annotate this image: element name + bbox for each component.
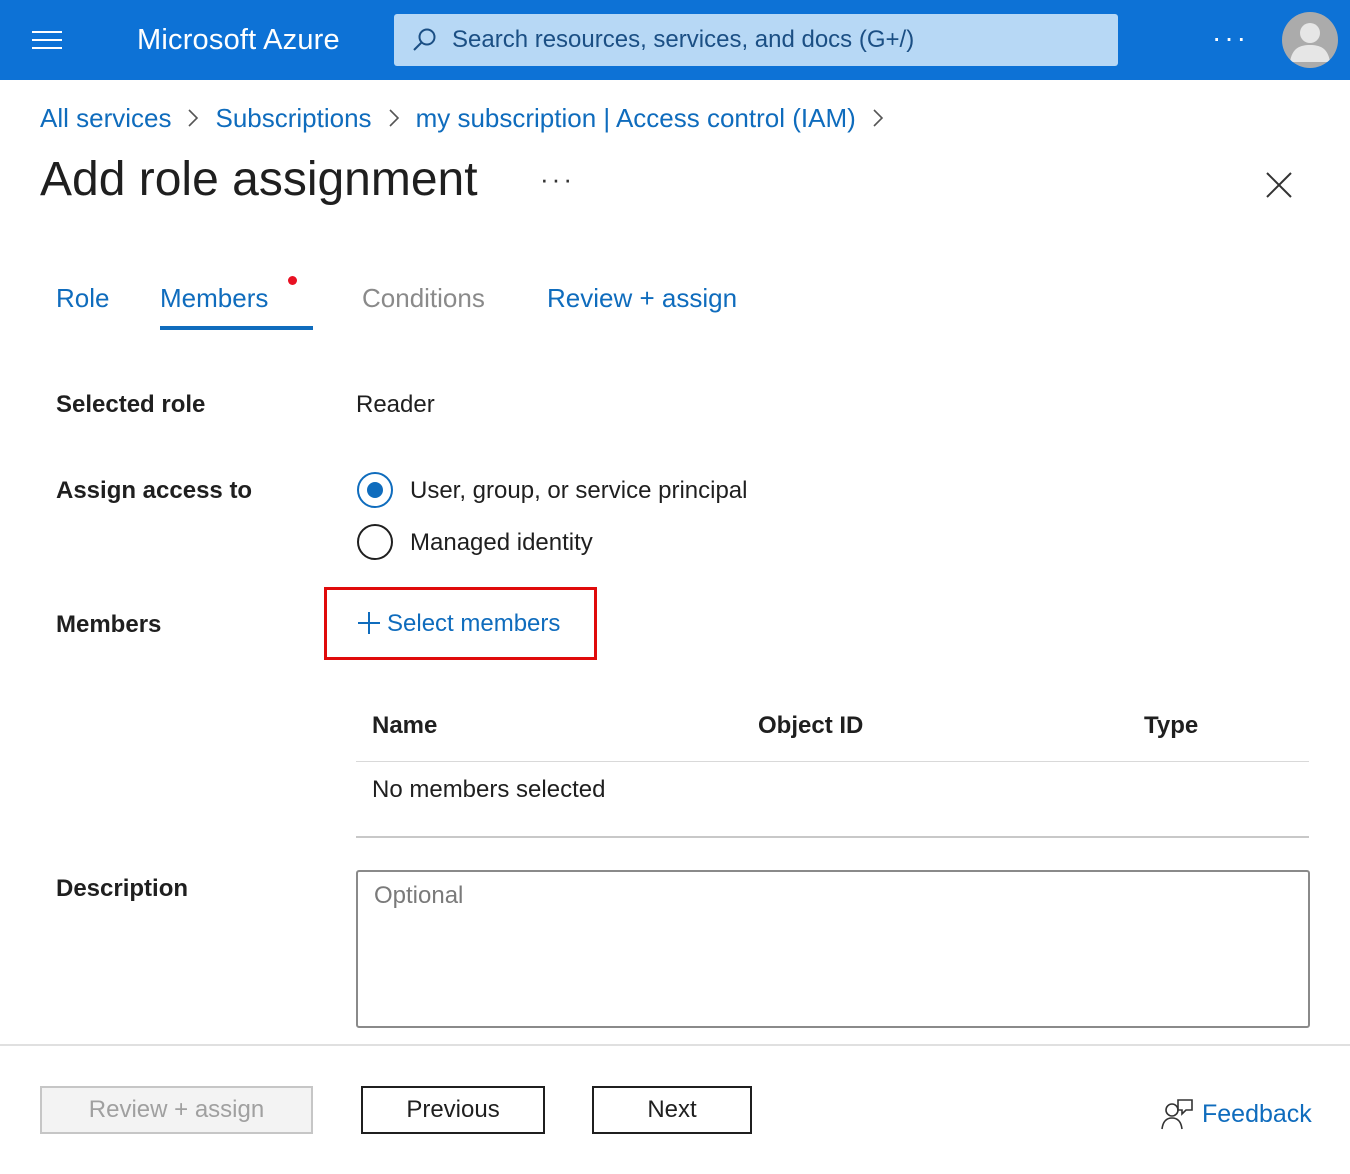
brand-title[interactable]: Microsoft Azure <box>137 24 340 57</box>
members-label: Members <box>56 611 162 638</box>
tab-role[interactable]: Role <box>56 270 109 332</box>
search-icon <box>413 28 436 51</box>
chevron-right-icon <box>171 100 215 136</box>
top-bar: Microsoft Azure ··· <box>0 0 1350 80</box>
tab-members[interactable]: Members <box>160 270 313 332</box>
wizard-tabs: Role Members Conditions Review + assign <box>0 270 900 332</box>
user-avatar-icon <box>1290 23 1330 62</box>
description-label: Description <box>56 875 189 902</box>
close-icon[interactable] <box>1262 168 1296 202</box>
review-assign-button[interactable]: Review + assign <box>40 1086 313 1134</box>
select-members-button[interactable]: Select members <box>324 587 597 660</box>
more-options-icon[interactable]: ··· <box>540 164 575 195</box>
radio-managed-identity[interactable] <box>357 524 393 560</box>
feedback-label: Feedback <box>1202 1099 1312 1128</box>
selected-role-value: Reader <box>356 391 435 418</box>
previous-button[interactable]: Previous <box>361 1086 545 1134</box>
assign-access-label: Assign access to <box>56 477 253 504</box>
feedback-icon <box>1161 1099 1193 1130</box>
table-header-divider <box>356 761 1309 762</box>
column-header-name[interactable]: Name <box>372 712 437 740</box>
radio-user-group-sp-label[interactable]: User, group, or service principal <box>410 477 747 505</box>
page-title: Add role assignment <box>40 153 478 206</box>
tab-review-assign[interactable]: Review + assign <box>547 270 737 332</box>
tab-conditions[interactable]: Conditions <box>362 270 485 332</box>
radio-managed-identity-label[interactable]: Managed identity <box>410 529 593 557</box>
next-button[interactable]: Next <box>592 1086 752 1134</box>
required-indicator <box>288 276 297 285</box>
search-input[interactable] <box>452 14 1102 66</box>
more-options-icon[interactable]: ··· <box>1212 22 1249 54</box>
column-header-object-id[interactable]: Object ID <box>758 712 863 740</box>
chevron-right-icon <box>372 100 416 136</box>
breadcrumb-all-services[interactable]: All services <box>40 103 171 134</box>
breadcrumb: All services Subscriptions my subscripti… <box>40 100 900 136</box>
table-bottom-divider <box>356 836 1309 838</box>
table-empty-message: No members selected <box>372 776 606 803</box>
feedback-link[interactable]: Feedback <box>1160 1096 1312 1132</box>
hamburger-menu-icon[interactable] <box>32 28 62 52</box>
chevron-right-icon <box>856 100 900 136</box>
active-tab-underline <box>160 326 313 330</box>
selected-role-label: Selected role <box>56 391 206 418</box>
column-header-type[interactable]: Type <box>1144 712 1198 740</box>
footer-divider <box>0 1044 1350 1046</box>
description-input[interactable] <box>356 870 1310 1028</box>
radio-user-group-sp[interactable] <box>357 472 393 508</box>
global-search[interactable] <box>394 14 1118 66</box>
select-members-label: Select members <box>387 610 561 637</box>
breadcrumb-subscription-iam[interactable]: my subscription | Access control (IAM) <box>416 103 856 134</box>
breadcrumb-subscriptions[interactable]: Subscriptions <box>215 103 371 134</box>
tab-members-label: Members <box>160 283 269 313</box>
avatar[interactable] <box>1282 12 1338 68</box>
plus-icon <box>358 612 380 634</box>
